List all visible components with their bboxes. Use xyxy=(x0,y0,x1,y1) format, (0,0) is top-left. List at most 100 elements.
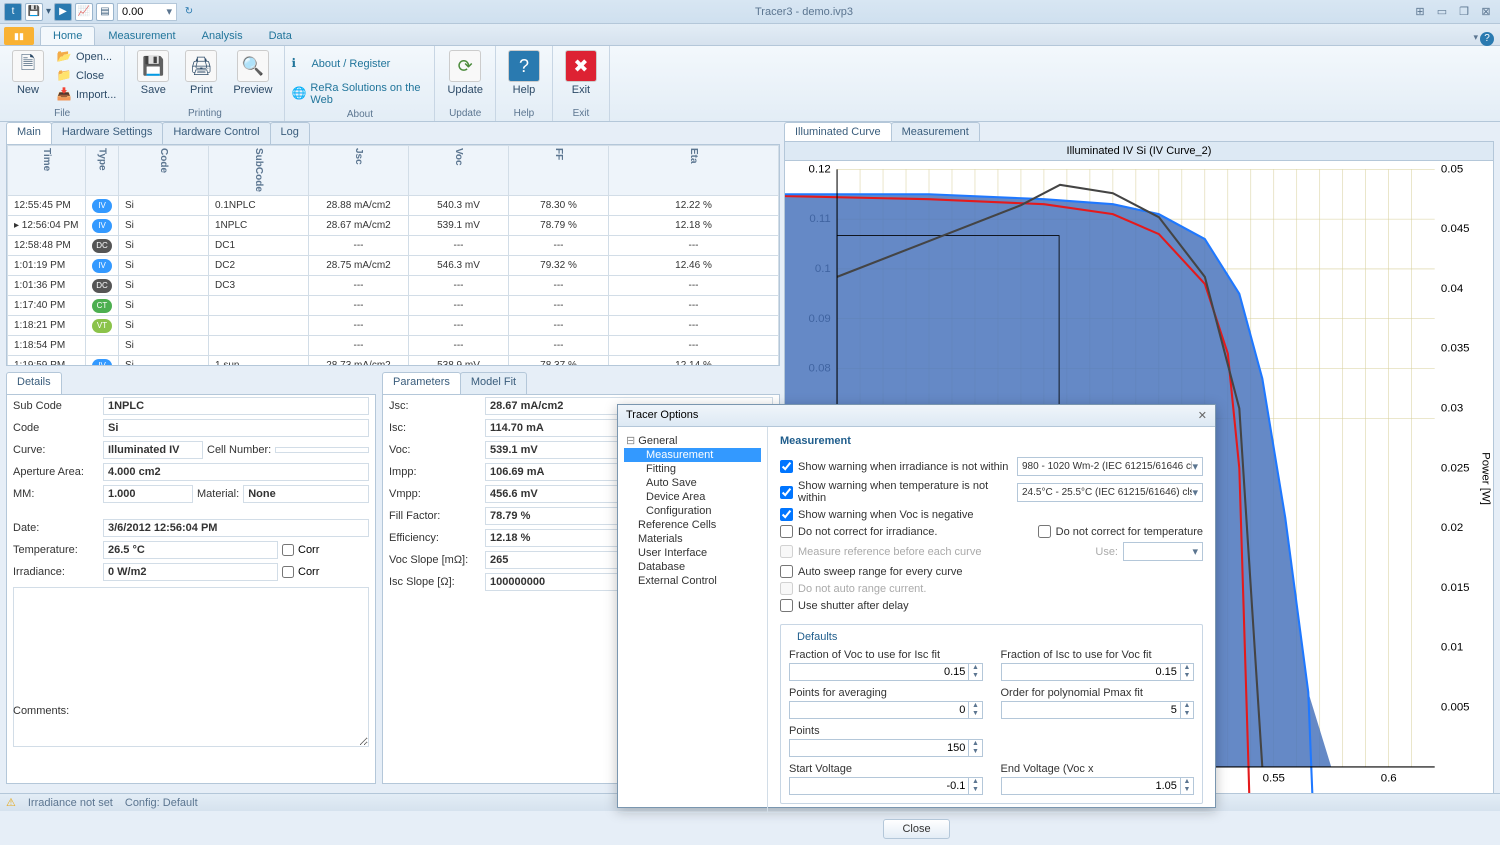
help-button[interactable]: ?Help xyxy=(502,48,546,98)
tree-configuration[interactable]: Configuration xyxy=(624,504,761,518)
tab-parameters[interactable]: Parameters xyxy=(382,372,461,394)
close-button[interactable]: 📁Close xyxy=(54,67,118,85)
table-row[interactable]: 1:18:54 PMSi------------ xyxy=(8,336,779,356)
ribbon-tab-home[interactable]: Home xyxy=(40,26,95,45)
col-jsc[interactable]: Jsc xyxy=(309,146,409,196)
tree-auto-save[interactable]: Auto Save xyxy=(624,476,761,490)
material-field[interactable]: None xyxy=(243,485,369,503)
ribbon-minimize-icon[interactable]: ▾ xyxy=(1473,32,1478,43)
tree-device-area[interactable]: Device Area xyxy=(624,490,761,504)
spin-start-v[interactable]: ▲▼ xyxy=(789,777,983,795)
import-button[interactable]: 📥Import... xyxy=(54,86,118,104)
open-button[interactable]: 📂Open... xyxy=(54,48,118,66)
ribbon-tab-measurement[interactable]: Measurement xyxy=(95,26,188,45)
chk-nc-temp[interactable] xyxy=(1038,525,1051,538)
table-row[interactable]: 12:55:45 PMIVSi0.1NPLC28.88 mA/cm2540.3 … xyxy=(8,196,779,216)
spin-points[interactable]: ▲▼ xyxy=(789,739,983,757)
ribbon-tab-analysis[interactable]: Analysis xyxy=(189,26,256,45)
table-row[interactable]: ▸ 12:56:04 PMIVSi1NPLC28.67 mA/cm2539.1 … xyxy=(8,216,779,236)
temp-field[interactable]: 26.5 °C xyxy=(103,541,278,559)
exit-button[interactable]: ✖Exit xyxy=(559,48,603,98)
mm-field[interactable]: 1.000 xyxy=(103,485,193,503)
maximize-button[interactable]: ❐ xyxy=(1454,4,1474,20)
irr-field[interactable]: 0 W/m2 xyxy=(103,563,278,581)
tree-fitting[interactable]: Fitting xyxy=(624,462,761,476)
chk-warn-temp[interactable] xyxy=(780,486,793,499)
tree-database[interactable]: Database xyxy=(624,560,761,574)
comments-textarea[interactable] xyxy=(13,587,369,747)
cellnum-field[interactable] xyxy=(275,447,369,453)
spin-frac-isc[interactable]: ▲▼ xyxy=(1001,663,1195,681)
spin-end-v[interactable]: ▲▼ xyxy=(1001,777,1195,795)
curve-field[interactable]: Illuminated IV xyxy=(103,441,203,459)
tab-hw-control[interactable]: Hardware Control xyxy=(162,122,270,144)
tab-illuminated-curve[interactable]: Illuminated Curve xyxy=(784,122,892,141)
temp-corr-check[interactable] xyxy=(282,544,294,556)
table-row[interactable]: 1:17:40 PMCTSi------------ xyxy=(8,296,779,316)
ribbon-tab-data[interactable]: Data xyxy=(256,26,305,45)
table-row[interactable]: 1:01:19 PMIVSiDC228.75 mA/cm2546.3 mV79.… xyxy=(8,256,779,276)
spin-poly[interactable]: ▲▼ xyxy=(1001,701,1195,719)
table-row[interactable]: 12:58:48 PMDCSiDC1------------ xyxy=(8,236,779,256)
dialog-close-button[interactable]: Close xyxy=(883,819,949,839)
dialog-titlebar[interactable]: Tracer Options ✕ xyxy=(618,405,1215,427)
tree-reference-cells[interactable]: Reference Cells xyxy=(624,518,761,532)
chk-nc-irr[interactable] xyxy=(780,525,793,538)
save-button[interactable]: 💾Save xyxy=(131,48,175,98)
qat-save-icon[interactable]: 💾 xyxy=(25,3,43,21)
tree-user-interface[interactable]: User Interface xyxy=(624,546,761,560)
col-subcode[interactable]: SubCode xyxy=(209,146,309,196)
tree-general[interactable]: General xyxy=(624,433,761,448)
subcode-field[interactable]: 1NPLC xyxy=(103,397,369,415)
aperture-field[interactable]: 4.000 cm2 xyxy=(103,463,369,481)
qat-refresh-icon[interactable]: ↻ xyxy=(180,3,198,21)
tab-model-fit[interactable]: Model Fit xyxy=(460,372,527,394)
app-icon[interactable]: t xyxy=(4,3,22,21)
new-button[interactable]: 🗎New xyxy=(6,48,50,98)
col-type[interactable]: Type xyxy=(86,146,119,196)
tree-measurement[interactable]: Measurement xyxy=(624,448,761,462)
qat-doc-icon[interactable]: ▤ xyxy=(96,3,114,21)
table-row[interactable]: 1:19:59 PMIVSi1 sun28.73 mA/cm2538.9 mV7… xyxy=(8,356,779,367)
print-button[interactable]: 🖨Print xyxy=(179,48,223,98)
col-time[interactable]: Time xyxy=(8,146,86,196)
about-link[interactable]: ℹAbout / Register xyxy=(291,54,390,74)
web-link[interactable]: 🌐ReRa Solutions on the Web xyxy=(291,80,428,108)
col-eta[interactable]: Eta xyxy=(609,146,779,196)
code-field[interactable]: Si xyxy=(103,419,369,437)
chk-warn-voc[interactable] xyxy=(780,508,793,521)
chk-auto-sweep[interactable] xyxy=(780,565,793,578)
spin-frac-voc[interactable]: ▲▼ xyxy=(789,663,983,681)
combo-irr[interactable]: 980 - 1020 Wm-2 (IEC 61215/61646 cls A)▾ xyxy=(1017,457,1203,476)
measurement-table[interactable]: TimeTypeCodeSubCodeJscVocFFEta 12:55:45 … xyxy=(7,145,779,366)
chk-shutter[interactable] xyxy=(780,599,793,612)
file-tab[interactable]: ▮▮ xyxy=(4,27,34,45)
tree-external-control[interactable]: External Control xyxy=(624,574,761,588)
chk-warn-irr[interactable] xyxy=(780,460,793,473)
close-window-button[interactable]: ⊠ xyxy=(1476,4,1496,20)
preview-button[interactable]: 🔍Preview xyxy=(227,48,278,98)
spin-pts-avg[interactable]: ▲▼ xyxy=(789,701,983,719)
ribbon-help-icon[interactable]: ? xyxy=(1480,32,1494,46)
combo-use[interactable]: ▾ xyxy=(1123,542,1203,561)
tab-details[interactable]: Details xyxy=(6,372,62,394)
tab-log[interactable]: Log xyxy=(270,122,310,144)
dialog-close-icon[interactable]: ✕ xyxy=(1198,409,1207,422)
tab-measurement-chart[interactable]: Measurement xyxy=(891,122,980,141)
qat-play-icon[interactable]: ▶ xyxy=(54,3,72,21)
minimize-button[interactable]: ▭ xyxy=(1432,4,1452,20)
date-field[interactable]: 3/6/2012 12:56:04 PM xyxy=(103,519,369,537)
col-ff[interactable]: FF xyxy=(509,146,609,196)
table-row[interactable]: 1:01:36 PMDCSiDC3------------ xyxy=(8,276,779,296)
tab-main[interactable]: Main xyxy=(6,122,52,144)
update-button[interactable]: ⟳Update xyxy=(441,48,488,98)
qat-value-combo[interactable]: 0.00▾ xyxy=(117,3,177,21)
tab-hw-settings[interactable]: Hardware Settings xyxy=(51,122,164,144)
table-row[interactable]: 1:18:21 PMVTSi------------ xyxy=(8,316,779,336)
win-layout-icon[interactable]: ⊞ xyxy=(1410,4,1430,20)
col-voc[interactable]: Voc xyxy=(409,146,509,196)
col-code[interactable]: Code xyxy=(119,146,209,196)
tree-materials[interactable]: Materials xyxy=(624,532,761,546)
combo-temp[interactable]: 24.5°C - 25.5°C (IEC 61215/61646) cls A+… xyxy=(1017,483,1203,502)
irr-corr-check[interactable] xyxy=(282,566,294,578)
